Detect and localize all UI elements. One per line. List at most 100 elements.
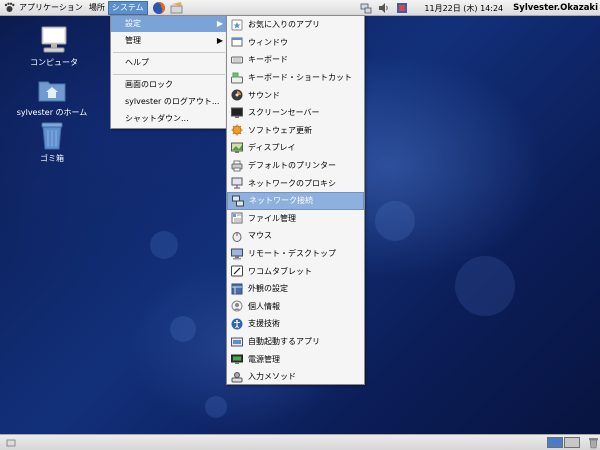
keyboard-icon bbox=[231, 54, 243, 66]
menu-item-label: ファイル管理 bbox=[248, 213, 296, 223]
home-folder-icon bbox=[37, 76, 67, 104]
system-menu-button[interactable]: システム bbox=[107, 0, 148, 15]
system-menu-item-administration[interactable]: 管理 ▶ bbox=[111, 33, 227, 49]
wallpaper-bubble bbox=[375, 201, 415, 241]
menu-separator bbox=[113, 52, 225, 53]
bottom-panel bbox=[0, 434, 600, 450]
submenu-arrow-icon: ▶ bbox=[216, 19, 223, 28]
desktop-icon-home[interactable]: sylvester のホーム bbox=[12, 76, 92, 118]
input-method-icon bbox=[231, 371, 243, 383]
menu-item-label: キーボード・ショートカット bbox=[248, 73, 352, 83]
desktop-icon-label: コンピュータ bbox=[30, 58, 78, 67]
menu-item-label: サウンド bbox=[248, 90, 280, 100]
settings-item-power-management[interactable]: 電源管理 bbox=[227, 350, 364, 368]
menu-item-label: 個人情報 bbox=[248, 301, 280, 311]
settings-item-appearance[interactable]: 外観の設定 bbox=[227, 280, 364, 298]
update-icon[interactable] bbox=[396, 2, 408, 14]
volume-icon[interactable] bbox=[378, 2, 390, 14]
settings-item-input-method[interactable]: 入力メソッド bbox=[227, 368, 364, 386]
remote-desktop-icon bbox=[231, 248, 243, 260]
desktop-icon-label: ゴミ箱 bbox=[40, 154, 64, 163]
workspace-1[interactable] bbox=[547, 437, 563, 448]
firefox-icon[interactable] bbox=[152, 1, 166, 15]
settings-item-display[interactable]: ディスプレイ bbox=[227, 139, 364, 157]
system-menu-item-logout[interactable]: sylvester のログアウト... bbox=[111, 94, 227, 110]
mail-icon[interactable] bbox=[170, 1, 184, 15]
desktop-icon-trash[interactable]: ゴミ箱 bbox=[12, 122, 92, 164]
workspace-2[interactable] bbox=[564, 437, 580, 448]
appearance-icon bbox=[231, 283, 243, 295]
startup-apps-icon bbox=[231, 336, 243, 348]
user-name[interactable]: Sylvester.Okazaki bbox=[513, 3, 598, 13]
menu-item-label: 入力メソッド bbox=[248, 372, 296, 382]
settings-item-remote-desktop[interactable]: リモート・デスクトップ bbox=[227, 245, 364, 263]
printer-icon bbox=[231, 160, 243, 172]
settings-item-startup-apps[interactable]: 自動起動するアプリ bbox=[227, 333, 364, 351]
menu-separator bbox=[113, 74, 225, 75]
menu-item-label: 電源管理 bbox=[248, 354, 280, 364]
wallpaper-bubble bbox=[205, 396, 227, 418]
settings-item-keyboard-shortcuts[interactable]: キーボード・ショートカット bbox=[227, 69, 364, 87]
file-management-icon bbox=[231, 212, 243, 224]
settings-item-favorite-apps[interactable]: お気に入りのアプリ bbox=[227, 16, 364, 34]
applications-menu[interactable]: アプリケーション bbox=[16, 1, 86, 15]
top-panel: アプリケーション 場所 システム 11月22日 (木) 14:24 Sylves… bbox=[0, 0, 600, 16]
settings-item-file-management[interactable]: ファイル管理 bbox=[227, 210, 364, 228]
accessibility-icon bbox=[231, 318, 243, 330]
system-menu-item-settings[interactable]: 設定 ▶ bbox=[111, 16, 227, 32]
desktop-icon-computer[interactable]: コンピュータ bbox=[14, 26, 94, 68]
settings-item-accessibility[interactable]: 支援技術 bbox=[227, 315, 364, 333]
foot-icon[interactable] bbox=[2, 1, 16, 15]
menu-item-label: リモート・デスクトップ bbox=[248, 249, 336, 259]
menu-item-label: お気に入りのアプリ bbox=[248, 20, 320, 30]
settings-item-default-printer[interactable]: デフォルトのプリンター bbox=[227, 157, 364, 175]
submenu-arrow-icon: ▶ bbox=[216, 36, 223, 45]
display-icon bbox=[231, 142, 243, 154]
desktop-icon-label: sylvester のホーム bbox=[16, 108, 88, 117]
wallpaper-bubble bbox=[455, 256, 515, 316]
menu-item-label: シャットダウン... bbox=[125, 114, 189, 123]
wallpaper-bubble bbox=[150, 231, 178, 259]
mouse-icon bbox=[231, 230, 243, 242]
settings-submenu: お気に入りのアプリ ウィンドウ キーボード キーボード・ショートカット サウンド… bbox=[226, 15, 365, 385]
sound-icon bbox=[231, 89, 243, 101]
software-update-icon bbox=[231, 124, 243, 136]
settings-item-software-update[interactable]: ソフトウェア更新 bbox=[227, 122, 364, 140]
menu-item-label: マウス bbox=[248, 231, 272, 241]
menu-item-label: 設定 bbox=[125, 19, 141, 28]
settings-item-windows[interactable]: ウィンドウ bbox=[227, 34, 364, 52]
wallpaper-bubble bbox=[170, 316, 196, 342]
system-menu-item-shutdown[interactable]: シャットダウン... bbox=[111, 111, 227, 127]
menu-item-label: ネットワーク接続 bbox=[249, 196, 313, 206]
menu-item-label: 管理 bbox=[125, 36, 141, 45]
settings-item-wacom-tablet[interactable]: ワコムタブレット bbox=[227, 262, 364, 280]
menu-item-label: スクリーンセーバー bbox=[248, 108, 320, 118]
menu-item-label: 支援技術 bbox=[248, 319, 280, 329]
network-connections-icon bbox=[232, 195, 244, 207]
places-menu[interactable]: 場所 bbox=[86, 1, 108, 15]
menu-item-label: ウィンドウ bbox=[248, 37, 288, 47]
favorite-apps-icon bbox=[231, 19, 243, 31]
settings-item-screensaver[interactable]: スクリーンセーバー bbox=[227, 104, 364, 122]
menu-item-label: 自動起動するアプリ bbox=[248, 337, 320, 347]
settings-item-about-me[interactable]: 個人情報 bbox=[227, 298, 364, 316]
settings-item-sound[interactable]: サウンド bbox=[227, 86, 364, 104]
settings-item-network-connections[interactable]: ネットワーク接続 bbox=[227, 192, 364, 210]
menu-item-label: ネットワークのプロキシ bbox=[248, 178, 336, 188]
system-menu-item-lock-screen[interactable]: 画面のロック bbox=[111, 77, 227, 93]
clock[interactable]: 11月22日 (木) 14:24 bbox=[424, 3, 503, 14]
trash-applet-icon[interactable] bbox=[586, 436, 600, 450]
system-tray: 11月22日 (木) 14:24 Sylvester.Okazaki bbox=[354, 0, 598, 16]
menu-item-label: ソフトウェア更新 bbox=[248, 125, 312, 135]
computer-icon bbox=[39, 26, 69, 54]
window-icon bbox=[231, 36, 243, 48]
network-icon[interactable] bbox=[360, 2, 372, 14]
settings-item-keyboard[interactable]: キーボード bbox=[227, 51, 364, 69]
settings-item-network-proxy[interactable]: ネットワークのプロキシ bbox=[227, 174, 364, 192]
network-proxy-icon bbox=[231, 177, 243, 189]
settings-item-mouse[interactable]: マウス bbox=[227, 227, 364, 245]
screensaver-icon bbox=[231, 107, 243, 119]
show-desktop-icon[interactable] bbox=[4, 436, 18, 450]
menu-item-label: デフォルトのプリンター bbox=[248, 161, 336, 171]
system-menu-item-help[interactable]: ヘルプ bbox=[111, 55, 227, 71]
